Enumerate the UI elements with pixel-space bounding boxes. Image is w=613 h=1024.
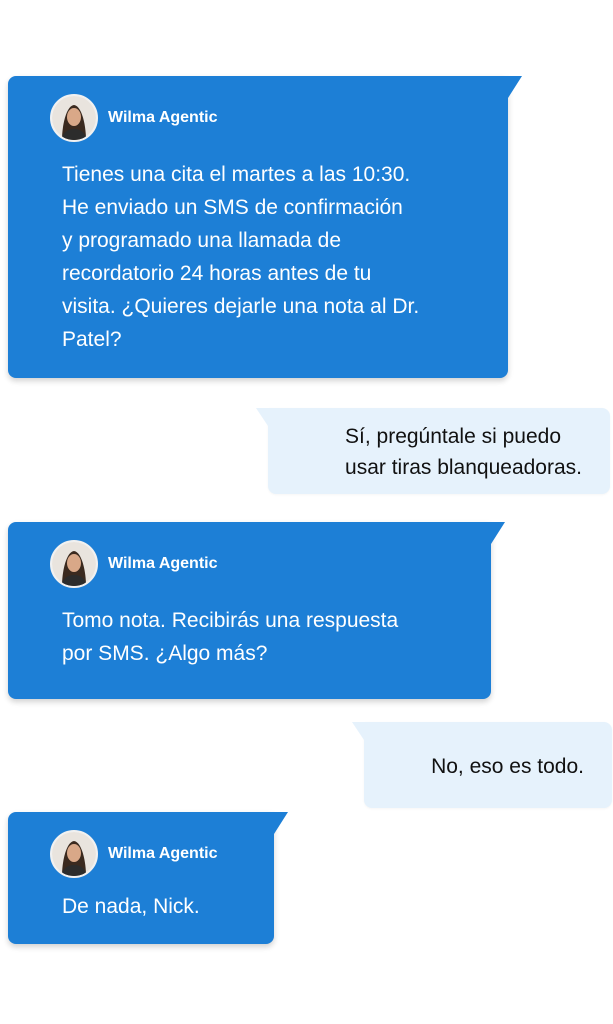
agent-avatar: [50, 94, 98, 142]
message-text: Tienes una cita el martes a las 10:30. H…: [62, 163, 420, 351]
message-text: No, eso es todo.: [431, 755, 584, 778]
agent-name: Wilma Agentic: [108, 555, 218, 572]
user-message-1: Sí, pregúntale si puedo usar tiras blanq…: [256, 408, 610, 494]
agent-name: Wilma Agentic: [108, 109, 218, 126]
message-text: Sí, pregúntale si puedo usar tiras blanq…: [345, 425, 582, 479]
agent-message-2: Wilma Agentic Tomo nota. Recibirás una r…: [8, 522, 505, 699]
agent-header: Wilma Agentic: [50, 830, 218, 878]
agent-name: Wilma Agentic: [108, 845, 218, 862]
agent-header: Wilma Agentic: [50, 540, 218, 588]
message-text: De nada, Nick.: [62, 895, 200, 918]
agent-avatar: [50, 540, 98, 588]
agent-header: Wilma Agentic: [50, 94, 218, 142]
agent-avatar: [50, 830, 98, 878]
agent-message-1: Wilma Agentic Tienes una cita el martes …: [8, 76, 522, 378]
user-message-2: No, eso es todo.: [352, 722, 612, 808]
agent-message-3: Wilma Agentic De nada, Nick.: [8, 812, 288, 944]
message-text: Tomo nota. Recibirás una respuesta por S…: [62, 609, 399, 665]
